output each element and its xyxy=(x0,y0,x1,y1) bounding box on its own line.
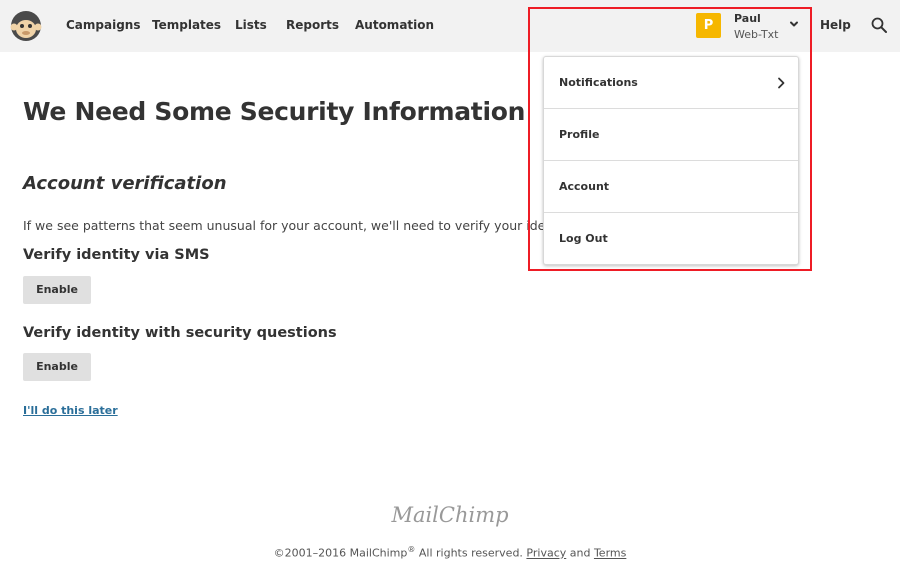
menu-item-account[interactable]: Account xyxy=(544,161,798,213)
sms-option-heading: Verify identity via SMS xyxy=(23,247,210,263)
skip-link[interactable]: I'll do this later xyxy=(23,404,118,417)
search-icon[interactable] xyxy=(871,17,887,33)
menu-item-label: Log Out xyxy=(559,232,608,245)
footer-logo: MailChimp xyxy=(391,503,509,527)
help-link[interactable]: Help xyxy=(820,18,851,32)
menu-item-label: Notifications xyxy=(559,76,638,89)
menu-item-label: Account xyxy=(559,180,610,193)
section-title: Account verification xyxy=(23,173,227,194)
nav-lists[interactable]: Lists xyxy=(235,18,267,32)
and-text: and xyxy=(566,546,594,560)
footer-copyright: ©2001–2016 MailChimp® All rights reserve… xyxy=(0,545,900,560)
chevron-right-icon xyxy=(778,77,785,89)
avatar: P xyxy=(696,13,721,38)
top-nav: Campaigns Templates Lists Reports Automa… xyxy=(0,0,900,52)
nav-automation[interactable]: Automation xyxy=(355,18,434,32)
intro-text: If we see patterns that seem unusual for… xyxy=(23,218,577,233)
nav-templates[interactable]: Templates xyxy=(152,18,221,32)
menu-item-profile[interactable]: Profile xyxy=(544,109,798,161)
account-name: Web-Txt xyxy=(734,28,779,41)
enable-security-questions-button[interactable]: Enable xyxy=(23,353,91,381)
terms-link[interactable]: Terms xyxy=(594,547,626,560)
copyright-text: ©2001–2016 MailChimp xyxy=(273,546,408,560)
chevron-down-icon xyxy=(790,21,798,27)
menu-item-label: Profile xyxy=(559,128,600,141)
nav-reports[interactable]: Reports xyxy=(286,18,339,32)
security-questions-heading: Verify identity with security questions xyxy=(23,325,337,341)
rights-text: All rights reserved. xyxy=(415,546,527,560)
user-dropdown-menu: Notifications Profile Account Log Out xyxy=(543,56,799,265)
privacy-link[interactable]: Privacy xyxy=(526,547,566,560)
mailchimp-monkey-icon[interactable] xyxy=(10,10,42,42)
menu-item-notifications[interactable]: Notifications xyxy=(544,57,798,109)
user-name: Paul xyxy=(734,12,761,25)
nav-campaigns[interactable]: Campaigns xyxy=(66,18,140,32)
menu-item-logout[interactable]: Log Out xyxy=(544,213,798,265)
enable-sms-button[interactable]: Enable xyxy=(23,276,91,304)
page-title: We Need Some Security Information xyxy=(23,97,526,126)
